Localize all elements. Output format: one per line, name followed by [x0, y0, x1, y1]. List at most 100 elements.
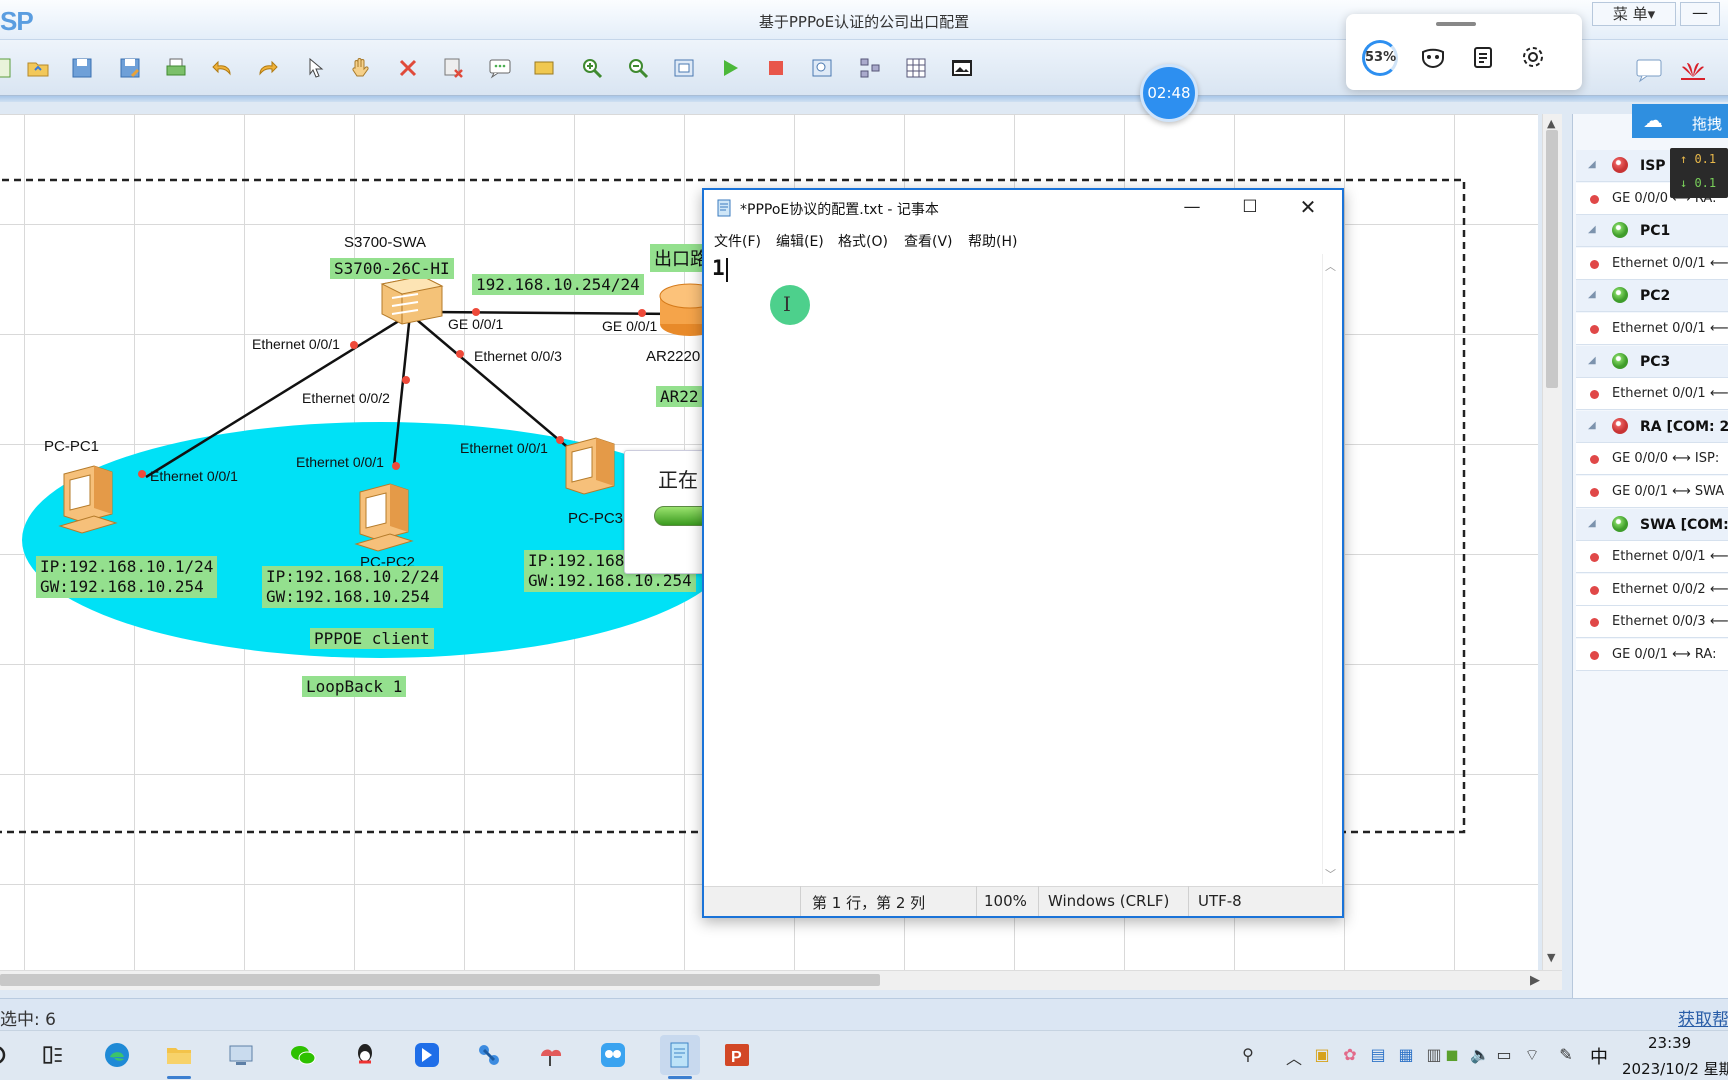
get-help-link[interactable]: 获取帮	[1678, 1005, 1728, 1030]
volume-icon[interactable]: 🔈	[1470, 1045, 1490, 1065]
ensp-icon[interactable]	[474, 1040, 504, 1070]
menu-button[interactable]: 菜 单▾	[1592, 2, 1676, 26]
expand-icon[interactable]: ◢	[1588, 420, 1596, 431]
clock-date[interactable]: 2023/10/2 星期	[1622, 1058, 1728, 1079]
print-icon[interactable]	[162, 54, 190, 82]
delete-icon[interactable]	[394, 54, 422, 82]
menu-format[interactable]: 格式(O)	[838, 231, 888, 251]
powerpoint-icon[interactable]: P	[722, 1040, 752, 1070]
notepad-minimize-button[interactable]: —	[1164, 192, 1220, 224]
clock-time[interactable]: 23:39	[1648, 1034, 1691, 1052]
nvidia-icon[interactable]: ◼	[1442, 1045, 1462, 1065]
start-icon[interactable]	[0, 1040, 16, 1070]
scroll-down-icon[interactable]: ▼	[1547, 951, 1555, 964]
zoom-out-icon[interactable]	[624, 54, 652, 82]
redo-icon[interactable]	[254, 54, 282, 82]
interface-row[interactable]: GE 0/0/1 ⟷ RA:	[1576, 639, 1728, 671]
recording-timer[interactable]: 02:48	[1140, 64, 1198, 122]
menu-help[interactable]: 帮助(H)	[968, 231, 1017, 251]
interface-row[interactable]: Ethernet 0/0/2 ⟵	[1576, 573, 1728, 606]
show-hidden-icons[interactable]: ︿	[1284, 1045, 1304, 1068]
huawei-logo-icon[interactable]	[1678, 57, 1708, 83]
notepad-text-area[interactable]	[706, 254, 1322, 884]
notepad-taskbar-icon[interactable]	[660, 1035, 700, 1075]
baidu-netdisk-icon[interactable]	[598, 1040, 628, 1070]
notes-icon[interactable]	[1470, 44, 1496, 70]
minimize-button[interactable]: —	[1680, 2, 1720, 26]
interface-row[interactable]: Ethernet 0/0/1 ⟵	[1576, 313, 1728, 345]
tray-app-icon[interactable]: ▣	[1312, 1045, 1332, 1065]
feishu-icon[interactable]	[412, 1040, 442, 1070]
topology-icon[interactable]	[856, 54, 884, 82]
comment-icon[interactable]	[1634, 57, 1664, 83]
menu-file[interactable]: 文件(F)	[714, 231, 761, 251]
file-explorer-icon[interactable]	[164, 1040, 194, 1070]
wifi-icon[interactable]: ⌔	[1522, 1045, 1542, 1065]
interface-row[interactable]: Ethernet 0/0/3 ⟵	[1576, 606, 1728, 639]
menu-view[interactable]: 查看(V)	[904, 231, 953, 251]
network-user-icon[interactable]: ⚲	[1238, 1045, 1258, 1065]
interface-row[interactable]: GE 0/0/0 ⟷ ISP:	[1576, 443, 1728, 476]
drag-handle[interactable]	[1436, 22, 1476, 26]
device-row[interactable]: ◢ PC1	[1576, 215, 1728, 248]
canvas-horizontal-scroll-thumb[interactable]	[0, 974, 880, 986]
tray-flower-icon[interactable]: ✿	[1340, 1045, 1360, 1065]
canvas-vertical-scroll-thumb[interactable]	[1546, 130, 1558, 388]
interface-row[interactable]: Ethernet 0/0/1 ⟵	[1576, 247, 1728, 280]
zoom-level: 100%	[984, 892, 1027, 910]
notepad-close-button[interactable]: ✕	[1280, 192, 1336, 224]
settings-icon[interactable]	[1520, 44, 1546, 70]
expand-icon[interactable]: ◢	[1588, 159, 1596, 170]
scroll-right-icon[interactable]: ▶	[1530, 973, 1540, 988]
mask-icon[interactable]	[1420, 44, 1446, 70]
edge-icon[interactable]	[102, 1040, 132, 1070]
battery-icon[interactable]: ▭	[1494, 1045, 1514, 1065]
new-icon[interactable]	[0, 54, 18, 82]
zoom-in-icon[interactable]	[578, 54, 606, 82]
interface-row[interactable]: GE 0/0/1 ⟷ SWA	[1576, 476, 1728, 508]
expand-icon[interactable]: ◢	[1588, 224, 1596, 235]
open-icon[interactable]	[24, 54, 52, 82]
tray-window-icon[interactable]: ▦	[1396, 1045, 1416, 1065]
device-row[interactable]: ◢ RA [COM: 20	[1576, 410, 1728, 443]
interface-row[interactable]: Ethernet 0/0/1 ⟵	[1576, 541, 1728, 574]
pan-hand-icon[interactable]	[346, 54, 374, 82]
interface-row[interactable]: Ethernet 0/0/1 ⟵	[1576, 378, 1728, 411]
tray-device-icon[interactable]: ▥	[1424, 1045, 1444, 1065]
notepad-scroll-down-icon[interactable]: ﹀	[1325, 866, 1336, 882]
qq-icon[interactable]	[350, 1040, 380, 1070]
text-note-icon[interactable]	[486, 54, 514, 82]
remote-desktop-icon[interactable]	[226, 1040, 256, 1070]
select-icon[interactable]	[302, 54, 330, 82]
wechat-icon[interactable]	[288, 1040, 318, 1070]
notepad-maximize-button[interactable]: ☐	[1222, 192, 1278, 224]
fit-icon[interactable]	[670, 54, 698, 82]
input-method-indicator[interactable]: 中	[1590, 1043, 1608, 1069]
router-model: AR2220	[646, 348, 701, 365]
delete-link-icon[interactable]	[440, 54, 468, 82]
screenshot-icon[interactable]	[948, 54, 976, 82]
notepad-vertical-scrollbar[interactable]	[1322, 254, 1340, 884]
tray-screen-icon[interactable]: ▤	[1368, 1045, 1388, 1065]
stop-icon[interactable]	[762, 54, 790, 82]
device-row[interactable]: ◢ PC3	[1576, 345, 1728, 378]
grid-icon[interactable]	[902, 54, 930, 82]
expand-icon[interactable]: ◢	[1588, 518, 1596, 529]
device-row[interactable]: ◢ PC2	[1576, 280, 1728, 313]
device-row[interactable]: ◢ SWA [COM: 2	[1576, 508, 1728, 541]
cloud-app-icon[interactable]	[536, 1040, 566, 1070]
notepad-scroll-up-icon[interactable]: ︿	[1325, 258, 1336, 274]
link-status-icon	[1590, 455, 1599, 465]
rectangle-icon[interactable]	[530, 54, 558, 82]
capture-icon[interactable]	[808, 54, 836, 82]
undo-icon[interactable]	[208, 54, 236, 82]
scroll-up-icon[interactable]: ▲	[1547, 117, 1555, 130]
pen-icon[interactable]: ✎	[1556, 1045, 1576, 1065]
menu-edit[interactable]: 编辑(E)	[776, 231, 824, 251]
expand-icon[interactable]: ◢	[1588, 289, 1596, 300]
start-icon[interactable]	[716, 54, 744, 82]
expand-icon[interactable]: ◢	[1588, 355, 1596, 366]
save-icon[interactable]	[68, 54, 96, 82]
save-as-icon[interactable]	[116, 54, 144, 82]
task-view-icon[interactable]	[38, 1040, 68, 1070]
